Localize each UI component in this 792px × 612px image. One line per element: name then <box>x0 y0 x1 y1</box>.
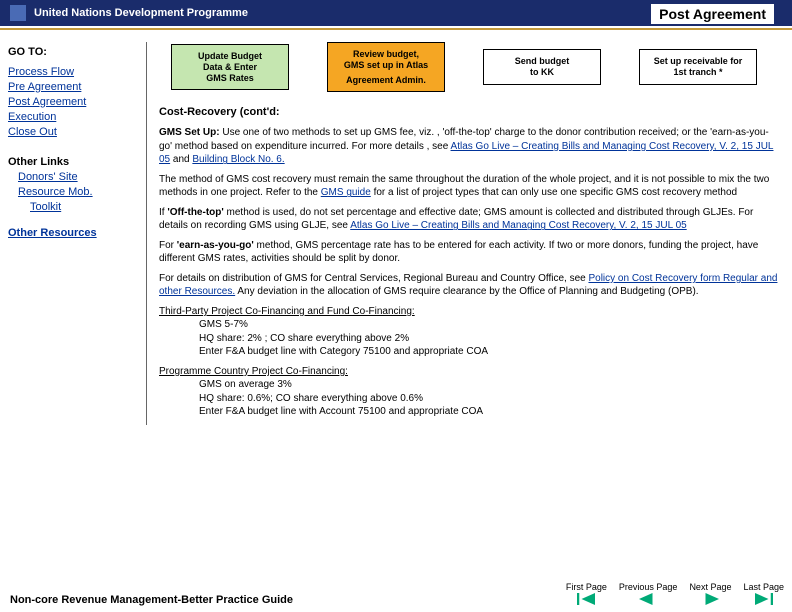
para-earn-as-you-go: For 'earn-as-you-go' method, GMS percent… <box>159 239 780 266</box>
link-gms-guide[interactable]: GMS guide <box>321 187 371 198</box>
para-programme-country: Programme Country Project Co-Financing: … <box>159 365 780 419</box>
flow-text: Set up receivable for <box>648 56 748 67</box>
sidebar: GO TO: Process Flow Pre Agreement Post A… <box>0 42 147 425</box>
text: HQ share: 0.6%; CO share everything abov… <box>199 392 423 406</box>
text: For details on distribution of GMS for C… <box>159 273 588 284</box>
link-donors-site[interactable]: Donors' Site <box>18 171 138 183</box>
flow-box-review-budget: Review budget, GMS set up in Atlas Agree… <box>327 42 445 92</box>
heading-third-party: Third-Party Project Co-Financing and Fun… <box>159 306 415 317</box>
text: GMS 5-7% <box>199 318 248 332</box>
para-distribution: For details on distribution of GMS for C… <box>159 272 780 299</box>
nav-next-page[interactable]: Next Page <box>689 582 731 606</box>
text: HQ share: 2% ; CO share everything above… <box>199 332 409 346</box>
flow-text: GMS set up in Atlas <box>336 60 436 71</box>
page-title: Post Agreement <box>651 4 774 24</box>
undp-logo <box>10 5 26 21</box>
link-post-agreement[interactable]: Post Agreement <box>8 96 138 108</box>
link-execution[interactable]: Execution <box>8 111 138 123</box>
goto-heading: GO TO: <box>8 46 138 58</box>
flow-text: 1st tranch * <box>648 67 748 78</box>
text: GMS on average 3% <box>199 378 292 392</box>
nav-first-page[interactable]: First Page <box>566 582 607 606</box>
text: for a list of project types that can onl… <box>371 187 737 198</box>
previous-page-icon <box>639 592 657 606</box>
org-name: United Nations Development Programme <box>34 7 248 19</box>
flow-text: GMS Rates <box>180 73 280 84</box>
bold-off-the-top: 'Off-the-top' <box>167 207 223 218</box>
flow-text: Review budget, <box>336 49 436 60</box>
nav-label: Previous Page <box>619 582 678 592</box>
flow-box-send-budget: Send budget to KK <box>483 49 601 85</box>
text: Enter F&A budget line with Account 75100… <box>199 405 483 419</box>
link-atlas-go-live-2[interactable]: Atlas Go Live – Creating Bills and Manag… <box>350 220 686 231</box>
bold-earn-as-you-go: 'earn-as-you-go' <box>177 240 254 251</box>
text: Any deviation in the allocation of GMS r… <box>235 286 698 297</box>
text: and <box>170 154 192 165</box>
link-pre-agreement[interactable]: Pre Agreement <box>8 81 138 93</box>
para-third-party: Third-Party Project Co-Financing and Fun… <box>159 305 780 359</box>
footer-title: Non-core Revenue Management-Better Pract… <box>10 594 293 606</box>
link-resource-mob[interactable]: Resource Mob. <box>18 186 138 198</box>
para-off-the-top: If 'Off-the-top' method is used, do not … <box>159 206 780 233</box>
nav-pager: First Page Previous Page Next Page Last … <box>566 582 784 606</box>
nav-label: Last Page <box>743 582 784 592</box>
link-close-out[interactable]: Close Out <box>8 126 138 138</box>
gms-setup-heading: GMS Set Up: <box>159 127 220 138</box>
text: For <box>159 240 177 251</box>
flow-box-update-budget: Update Budget Data & Enter GMS Rates <box>171 44 289 90</box>
content-area: Update Budget Data & Enter GMS Rates Rev… <box>147 42 792 425</box>
flow-text: Send budget <box>492 56 592 67</box>
text: Enter F&A budget line with Category 7510… <box>199 345 488 359</box>
nav-previous-page[interactable]: Previous Page <box>619 582 678 606</box>
first-page-icon <box>577 592 595 606</box>
flow-text: Data & Enter <box>180 62 280 73</box>
para-method: The method of GMS cost recovery must rem… <box>159 173 780 200</box>
flow-text: Update Budget <box>180 51 280 62</box>
flow-row: Update Budget Data & Enter GMS Rates Rev… <box>159 42 780 102</box>
nav-label: First Page <box>566 582 607 592</box>
flow-text: to KK <box>492 67 592 78</box>
para-gms-setup: GMS Set Up: Use one of two methods to se… <box>159 126 780 167</box>
link-building-block-6[interactable]: Building Block No. 6. <box>192 154 284 165</box>
last-page-icon <box>755 592 773 606</box>
heading-cost-recovery: Cost-Recovery (cont'd: <box>159 106 780 118</box>
nav-last-page[interactable]: Last Page <box>743 582 784 606</box>
flow-text: Agreement Admin. <box>336 75 436 86</box>
link-process-flow[interactable]: Process Flow <box>8 66 138 78</box>
next-page-icon <box>701 592 719 606</box>
nav-label: Next Page <box>689 582 731 592</box>
flow-box-receivable: Set up receivable for 1st tranch * <box>639 49 757 85</box>
heading-programme-country: Programme Country Project Co-Financing: <box>159 366 348 377</box>
link-other-resources[interactable]: Other Resources <box>8 227 138 239</box>
other-links-heading: Other Links <box>8 156 138 168</box>
link-toolkit[interactable]: Toolkit <box>30 201 138 213</box>
